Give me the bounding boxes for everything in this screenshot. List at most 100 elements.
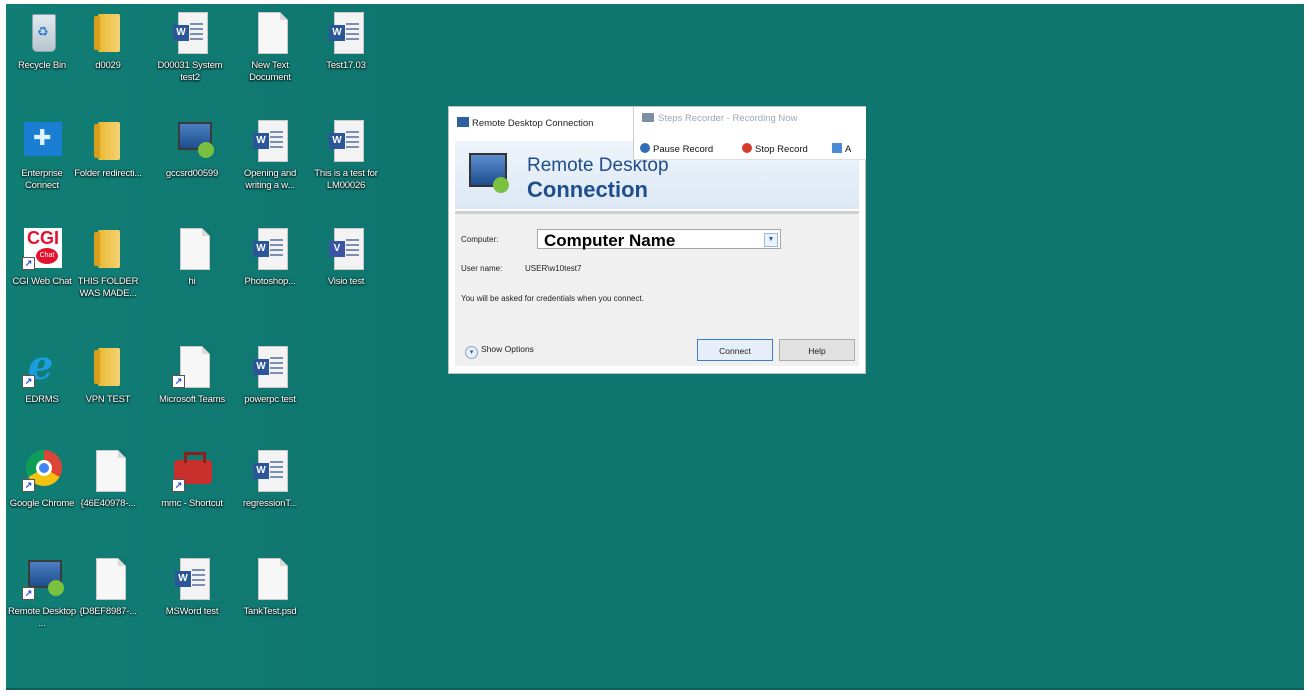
- icon-label: {D8EF8987-...: [79, 606, 137, 617]
- desktop-icon-vpn-test[interactable]: VPN TEST: [72, 344, 144, 406]
- desktop-icon-powerpc-test[interactable]: W powerpc test: [234, 344, 306, 406]
- steps-recorder-title: Steps Recorder - Recording Now: [642, 113, 797, 124]
- desktop-icon-regression[interactable]: W regressionT...: [234, 448, 306, 510]
- stop-record-label: Stop Record: [755, 144, 808, 155]
- internet-explorer-icon: e ↗: [22, 344, 62, 388]
- desktop-icon-hi[interactable]: hi: [156, 226, 228, 288]
- desktop-icon-new-text-document[interactable]: New Text Document: [234, 10, 306, 84]
- desktop-icon-gccsrd00599[interactable]: gccsrd00599: [156, 118, 228, 180]
- enterprise-connect-icon: [22, 118, 62, 162]
- username-label: User name:: [461, 264, 503, 273]
- folder-icon: [88, 118, 128, 162]
- remote-desktop-dialog: Remote Desktop Connection Remote Desktop…: [448, 106, 866, 374]
- desktop-icon-d8ef8987[interactable]: {D8EF8987-...: [72, 556, 144, 618]
- desktop-icon-remote-desktop[interactable]: ↗ Remote Desktop ...: [6, 556, 78, 630]
- stop-icon: [742, 143, 752, 153]
- chevron-down-icon[interactable]: ▼: [764, 233, 778, 247]
- folder-icon: [88, 10, 128, 54]
- pause-record-button[interactable]: Pause Record: [640, 143, 713, 155]
- desktop-icon-microsoft-teams[interactable]: ↗ Microsoft Teams: [156, 344, 228, 406]
- word-document-icon: W: [326, 10, 366, 54]
- desktop-icon-tanktest[interactable]: TankTest.psd: [234, 556, 306, 618]
- show-options-label: Show Options: [481, 344, 534, 354]
- word-document-icon: W: [250, 226, 290, 270]
- icon-label: Visio test: [327, 276, 365, 287]
- connect-button[interactable]: Connect: [697, 339, 773, 361]
- desktop-icon-cgi-web-chat[interactable]: CGI Chat ↗ CGI Web Chat: [6, 226, 78, 288]
- folder-icon: [88, 344, 128, 388]
- computer-input-value[interactable]: Computer Name: [544, 231, 675, 251]
- desktop-icon-this-folder[interactable]: THIS FOLDER WAS MADE...: [72, 226, 144, 300]
- desktop-icon-this-is-a-test[interactable]: W This is a test for LM00026: [310, 118, 382, 192]
- icon-label: THIS FOLDER WAS MADE...: [77, 276, 139, 299]
- stop-record-button[interactable]: Stop Record: [742, 143, 808, 155]
- steps-recorder-icon: [642, 113, 654, 122]
- desktop-icon-folder-redirection[interactable]: Folder redirecti...: [72, 118, 144, 180]
- desktop-icon-photoshop[interactable]: W Photoshop...: [234, 226, 306, 288]
- desktop-icon-opening-and-writing[interactable]: W Opening and writing a w...: [234, 118, 306, 192]
- desktop-icon-test1703[interactable]: W Test17.03: [310, 10, 382, 72]
- dialog-title-text: Remote Desktop Connection: [472, 118, 594, 129]
- computer-combobox[interactable]: Computer Name ▼: [537, 229, 781, 251]
- word-document-icon: W: [250, 344, 290, 388]
- icon-label: Test17.03: [326, 60, 366, 71]
- remote-desktop-monitor-icon: [469, 153, 509, 193]
- icon-label: d0029: [95, 60, 121, 71]
- word-document-icon: W: [172, 556, 212, 600]
- word-document-icon: W: [170, 10, 210, 54]
- desktop-icon-edrms[interactable]: e ↗ EDRMS: [6, 344, 78, 406]
- icon-label: Opening and writing a w...: [243, 168, 297, 191]
- help-button[interactable]: Help: [779, 339, 855, 361]
- icon-label: mmc - Shortcut: [161, 498, 223, 509]
- desktop-icon-46e40978[interactable]: {46E40978-...: [72, 448, 144, 510]
- icon-label: TankTest.psd: [243, 606, 297, 617]
- credentials-info: You will be asked for credentials when y…: [461, 294, 644, 303]
- add-comment-button[interactable]: A: [832, 143, 851, 155]
- computer-label: Computer:: [461, 235, 499, 244]
- icon-label: Google Chrome: [9, 498, 75, 509]
- icon-label: Remote Desktop ...: [8, 606, 76, 629]
- icon-label: EDRMS: [25, 394, 59, 405]
- text-document-icon: [88, 448, 128, 492]
- pause-record-label: Pause Record: [653, 144, 714, 155]
- icon-label: Photoshop...: [244, 276, 296, 287]
- dialog-body: Computer: Computer Name ▼ User name: USE…: [455, 214, 859, 366]
- desktop-icon-msword-test[interactable]: W MSWord test: [156, 556, 228, 618]
- icon-label: {46E40978-...: [80, 498, 136, 509]
- icon-label: Enterprise Connect: [21, 168, 63, 191]
- icon-label: gccsrd00599: [165, 168, 219, 179]
- icon-label: This is a test for LM00026: [314, 168, 378, 191]
- icon-label: New Text Document: [249, 60, 291, 83]
- cgi-chat-icon: CGI Chat ↗: [22, 226, 62, 270]
- desktop-icon-google-chrome[interactable]: ↗ Google Chrome: [6, 448, 78, 510]
- chevron-down-circle-icon: ▾: [465, 346, 478, 359]
- icon-label: CGI Web Chat: [12, 276, 72, 287]
- folder-icon: [88, 226, 128, 270]
- icon-label: D00031 System test2: [157, 60, 223, 83]
- text-document-icon: ↗: [172, 344, 212, 388]
- desktop-icon-d00031[interactable]: W D00031 System test2: [154, 10, 226, 84]
- toolbox-icon: ↗: [172, 448, 212, 492]
- steps-recorder-toolbar: Steps Recorder - Recording Now Pause Rec…: [633, 107, 866, 160]
- desktop-icon-enterprise-connect[interactable]: Enterprise Connect: [6, 118, 78, 192]
- word-document-icon: W: [326, 118, 366, 162]
- remote-desktop-icon: [457, 117, 469, 127]
- recycle-bin-icon: [22, 10, 62, 54]
- desktop-icon-mmc-shortcut[interactable]: ↗ mmc - Shortcut: [156, 448, 228, 510]
- text-document-icon: [172, 226, 212, 270]
- dialog-title: Remote Desktop Connection: [457, 117, 593, 129]
- icon-label: regressionT...: [242, 498, 298, 509]
- icon-label: Microsoft Teams: [159, 394, 225, 405]
- username-value: USER\w10test7: [525, 264, 582, 273]
- desktop-icon-d0029[interactable]: d0029: [72, 10, 144, 72]
- text-document-icon: [88, 556, 128, 600]
- icon-label: Recycle Bin: [18, 60, 66, 71]
- add-comment-icon: [832, 143, 842, 153]
- remote-desktop-icon: ↗: [22, 556, 64, 600]
- bottom-edge: [0, 688, 1310, 697]
- desktop-icon-visio-test[interactable]: V Visio test: [310, 226, 382, 288]
- text-document-icon: [250, 10, 290, 54]
- icon-label: Folder redirecti...: [74, 168, 142, 179]
- desktop-icon-recycle-bin[interactable]: Recycle Bin: [6, 10, 78, 72]
- show-options-button[interactable]: ▾ Show Options: [465, 344, 534, 359]
